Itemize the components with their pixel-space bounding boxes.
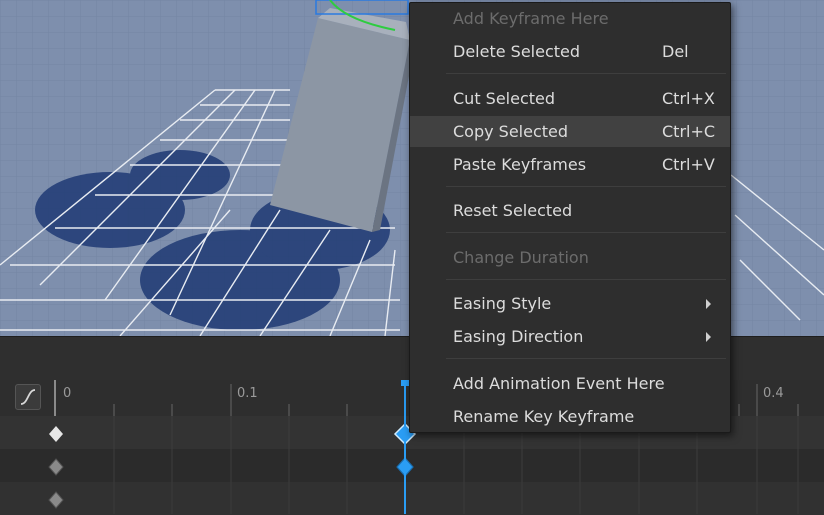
playhead-line[interactable] bbox=[404, 384, 406, 514]
menu-item-add-animation-event[interactable]: Add Animation Event Here bbox=[410, 368, 730, 399]
menu-item-easing-style[interactable]: Easing Style bbox=[410, 288, 730, 319]
menu-item-delete-selected[interactable]: Delete Selected Del bbox=[410, 36, 730, 67]
menu-item-label: Change Duration bbox=[453, 248, 589, 267]
menu-item-label: Add Animation Event Here bbox=[453, 374, 665, 393]
keyframe-diamond bbox=[48, 458, 64, 476]
menu-item-label: Paste Keyframes bbox=[453, 155, 587, 174]
menu-item-copy-selected[interactable]: Copy Selected Ctrl+C bbox=[410, 116, 730, 147]
time-label-0-4: 0.4 bbox=[763, 386, 784, 401]
easing-curve-button[interactable] bbox=[15, 384, 41, 410]
playhead-handle[interactable] bbox=[401, 380, 409, 386]
submenu-arrow-icon bbox=[706, 332, 711, 342]
menu-item-label: Add Keyframe Here bbox=[453, 9, 609, 28]
menu-separator bbox=[446, 232, 726, 233]
keyframe-diamond bbox=[49, 426, 63, 442]
menu-item-reset-selected[interactable]: Reset Selected bbox=[410, 195, 730, 226]
menu-item-cut-selected[interactable]: Cut Selected Ctrl+X bbox=[410, 83, 730, 114]
menu-item-label: Cut Selected bbox=[453, 89, 556, 108]
menu-item-label: Copy Selected bbox=[453, 122, 569, 141]
menu-separator bbox=[446, 73, 726, 74]
menu-item-label: Easing Direction bbox=[453, 327, 584, 346]
easing-curve-icon bbox=[20, 389, 36, 405]
menu-item-shortcut: Ctrl+X bbox=[662, 89, 715, 108]
time-label-0-1: 0.1 bbox=[237, 386, 258, 401]
menu-separator bbox=[446, 358, 726, 359]
menu-item-easing-direction[interactable]: Easing Direction bbox=[410, 321, 730, 352]
menu-item-rename-key-keyframe[interactable]: Rename Key Keyframe bbox=[410, 401, 730, 432]
menu-item-shortcut: Del bbox=[662, 42, 689, 61]
menu-item-label: Rename Key Keyframe bbox=[453, 407, 635, 426]
submenu-arrow-icon bbox=[706, 299, 711, 309]
keyframe-context-menu: Add Keyframe Here Delete Selected Del Cu… bbox=[409, 2, 731, 433]
menu-item-paste-keyframes[interactable]: Paste Keyframes Ctrl+V bbox=[410, 149, 730, 180]
menu-item-add-keyframe[interactable]: Add Keyframe Here bbox=[410, 3, 730, 34]
menu-separator bbox=[446, 279, 726, 280]
menu-item-label: Easing Style bbox=[453, 294, 552, 313]
time-label-0: 0 bbox=[63, 386, 72, 401]
menu-separator bbox=[446, 186, 726, 187]
menu-item-shortcut: Ctrl+C bbox=[662, 122, 716, 141]
menu-item-change-duration[interactable]: Change Duration bbox=[410, 242, 730, 273]
keyframe-diamond bbox=[48, 491, 64, 509]
menu-item-label: Delete Selected bbox=[453, 42, 581, 61]
menu-item-label: Reset Selected bbox=[453, 201, 573, 220]
menu-item-shortcut: Ctrl+V bbox=[662, 155, 715, 174]
